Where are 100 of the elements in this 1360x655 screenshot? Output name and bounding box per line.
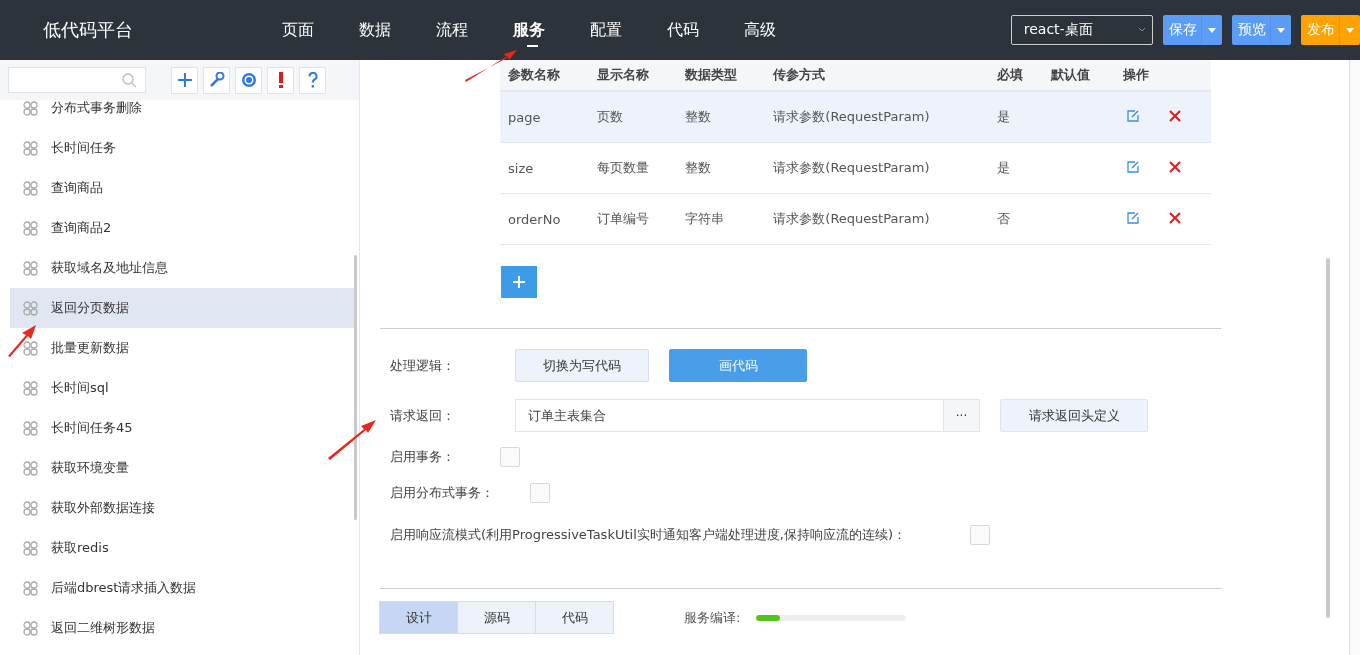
sidebar-item[interactable]: 后端dbrest请求插入数据 <box>10 568 355 608</box>
toolbar-button[interactable] <box>171 66 198 94</box>
view-tab[interactable]: 代码 <box>535 601 614 634</box>
toolbar-button[interactable] <box>203 66 230 94</box>
form-label: 请求返回： <box>389 406 456 425</box>
sidebar-item[interactable]: 查询商品 <box>10 168 355 208</box>
table-cell: 整数 <box>677 91 766 143</box>
option-label: 启用响应流模式(利用ProgressiveTaskUtil实时通知客户端处理进度,保持响应流的连续)： <box>389 526 907 544</box>
sidebar-item[interactable]: 获取外部数据连接 <box>10 488 355 528</box>
table-row[interactable]: orderNo 订单编号 字符串 请求参数(RequestParam) 否 <box>500 193 1211 245</box>
table-cell: 整数 <box>677 142 766 194</box>
clover-icon <box>23 180 38 196</box>
sidebar-item[interactable]: 获取域名及地址信息 <box>10 248 355 288</box>
column-header: 显示名称 <box>588 60 678 91</box>
nav-tab[interactable]: 数据 <box>358 0 436 60</box>
environment-select[interactable]: react-桌面 <box>1010 15 1153 45</box>
search-field[interactable] <box>8 67 146 93</box>
clover-icon <box>23 100 38 116</box>
column-header: 传参方式 <box>765 60 989 91</box>
clover-icon <box>23 580 38 596</box>
column-header: 必填 <box>988 60 1044 91</box>
scrollbar[interactable] <box>354 255 357 520</box>
delete-icon[interactable] <box>1168 211 1181 224</box>
edit-icon[interactable] <box>1126 160 1139 173</box>
sidebar-item[interactable]: 获取redis <box>10 528 355 568</box>
sidebar-item[interactable]: 长时间任务45 <box>10 408 355 448</box>
delete-icon[interactable] <box>1168 109 1181 122</box>
nav-tab[interactable]: 代码 <box>666 0 744 60</box>
nav-tab[interactable]: 高级 <box>743 0 821 60</box>
exclamation-icon <box>277 72 284 88</box>
caret-icon <box>1346 27 1354 33</box>
table-row[interactable]: page 页数 整数 请求参数(RequestParam) 是 <box>500 91 1211 143</box>
column-header: 参数名称 <box>500 60 589 91</box>
table-cell: page <box>500 91 589 143</box>
mode-button[interactable]: 切换为写代码 <box>515 349 649 382</box>
help-icon <box>307 72 318 88</box>
toolbar-button[interactable] <box>235 66 262 94</box>
table-cell: 请求参数(RequestParam) <box>765 193 989 245</box>
table-cell: orderNo <box>500 193 589 245</box>
column-header: 数据类型 <box>677 60 766 91</box>
clover-icon <box>23 300 38 316</box>
sidebar-item[interactable]: 返回分页数据 <box>10 288 355 328</box>
option-label: 启用分布式事务： <box>389 484 495 502</box>
clover-icon <box>23 420 38 436</box>
annotation-arrow <box>8 325 38 357</box>
view-tab[interactable]: 设计 <box>379 601 458 634</box>
return-type-field[interactable]: 订单主表集合 ··· <box>515 399 980 432</box>
table-cell: 请求参数(RequestParam) <box>765 142 989 194</box>
clover-icon <box>23 460 38 476</box>
table-cell: 是 <box>988 142 1044 194</box>
sidebar-item[interactable]: 查询商品2 <box>10 208 355 248</box>
checkbox[interactable] <box>500 447 520 467</box>
table-cell: 请求参数(RequestParam) <box>765 91 989 143</box>
nav-tab[interactable]: 页面 <box>281 0 359 60</box>
table-cell: 是 <box>988 91 1044 143</box>
nav-tab[interactable]: 服务 <box>512 0 590 60</box>
sidebar-item[interactable]: 获取环境变量 <box>10 448 355 488</box>
caret-icon <box>1277 27 1285 33</box>
table-cell: 字符串 <box>677 193 766 245</box>
column-header: 默认值 <box>1043 60 1115 91</box>
toolbar-button[interactable] <box>267 66 294 94</box>
form-label: 处理逻辑： <box>389 356 456 375</box>
clover-icon <box>23 260 38 276</box>
nav-tab[interactable]: 流程 <box>435 0 513 60</box>
nav-tab[interactable]: 配置 <box>589 0 667 60</box>
checkbox[interactable] <box>970 525 990 545</box>
caret-icon <box>1208 27 1216 33</box>
response-header-button[interactable]: 请求返回头定义 <box>1000 399 1148 432</box>
toolbar-button[interactable] <box>299 66 326 94</box>
chevron-down-icon <box>1138 27 1146 33</box>
column-header: 操作 <box>1114 60 1211 91</box>
edit-icon[interactable] <box>1126 211 1139 224</box>
clover-icon <box>23 620 38 636</box>
compile-label: 服务编译: <box>684 608 741 627</box>
table-cell: 每页数量 <box>588 142 678 194</box>
clover-icon <box>23 220 38 236</box>
table-cell: 否 <box>988 193 1044 245</box>
sidebar-item[interactable]: 返回二维树形数据 <box>10 608 355 648</box>
add-row-button[interactable] <box>501 266 537 298</box>
delete-icon[interactable] <box>1168 160 1181 173</box>
sidebar-item[interactable]: 分布式事务删除 <box>10 88 355 128</box>
search-icon <box>122 72 137 88</box>
clover-icon <box>23 540 38 556</box>
sidebar-item[interactable]: 长时间任务 <box>10 128 355 168</box>
sidebar-item[interactable]: 批量更新数据 <box>10 328 355 368</box>
sidebar-item[interactable]: 长时间sql <box>10 368 355 408</box>
clover-icon <box>23 500 38 516</box>
clover-icon <box>23 140 38 156</box>
table-cell: 订单编号 <box>588 193 678 245</box>
clover-icon <box>23 380 38 396</box>
option-label: 启用事务： <box>389 448 456 466</box>
plus-icon <box>513 276 525 288</box>
table-row[interactable]: size 每页数量 整数 请求参数(RequestParam) 是 <box>500 142 1211 194</box>
edit-icon[interactable] <box>1126 109 1139 122</box>
view-tab[interactable]: 源码 <box>457 601 536 634</box>
annotation-arrow <box>328 420 376 460</box>
scrollbar[interactable] <box>1326 258 1330 618</box>
more-button[interactable]: ··· <box>943 400 979 431</box>
checkbox[interactable] <box>530 483 550 503</box>
app-logo-text: 低代码平台 <box>43 18 134 42</box>
